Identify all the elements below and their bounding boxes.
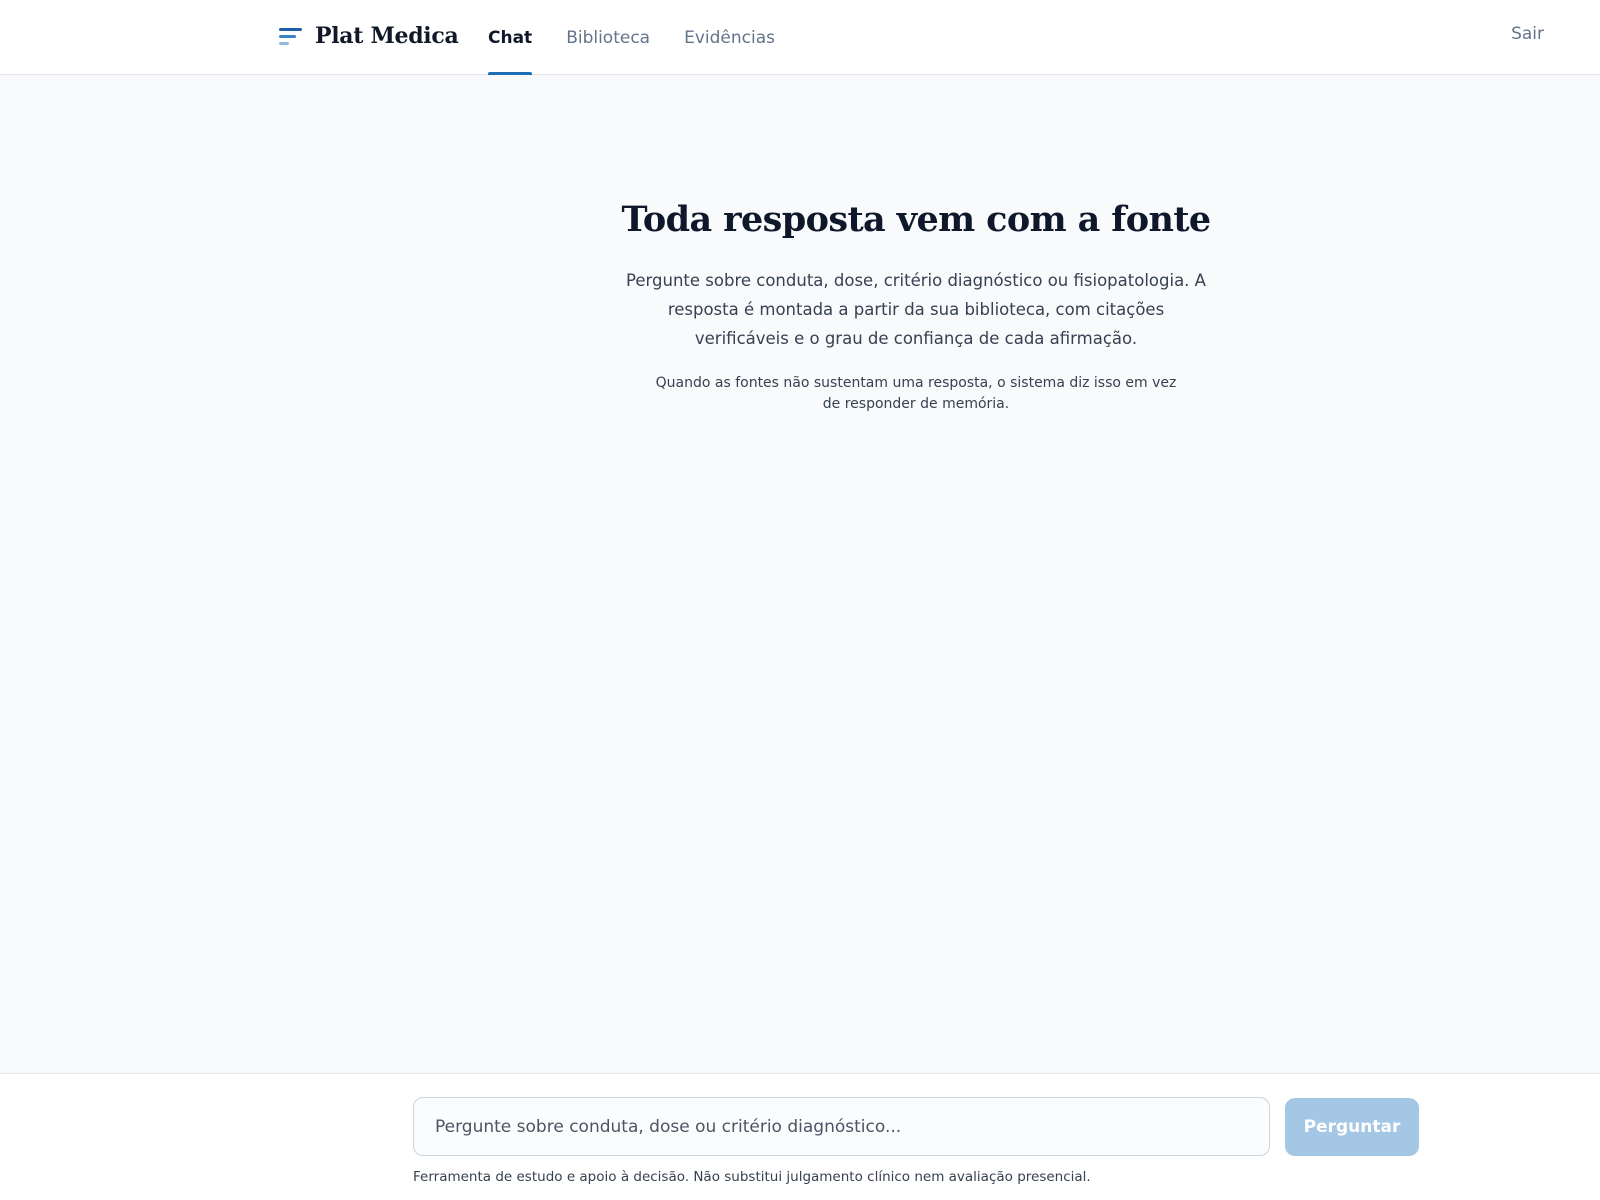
question-input-wrapper: [413, 1097, 1270, 1156]
ask-button[interactable]: Perguntar: [1285, 1098, 1419, 1156]
tab-chat[interactable]: Chat: [488, 0, 533, 75]
hero-note: Quando as fontes não sustentam uma respo…: [655, 375, 1177, 412]
brand-logo[interactable]: Plat Medica: [279, 20, 459, 52]
question-input[interactable]: [414, 1098, 1269, 1155]
tab-biblioteca[interactable]: Biblioteca: [566, 0, 650, 75]
disclaimer-text: Ferramenta de estudo e apoio à decisão. …: [413, 1169, 1091, 1185]
empty-state: Toda resposta vem com a fonte Pergunte s…: [596, 196, 1236, 415]
tab-evidencias[interactable]: Evidências: [684, 0, 775, 75]
logout-link[interactable]: Sair: [1511, 24, 1544, 44]
top-navigation-bar: Plat Medica Chat Biblioteca Evidências S…: [0, 0, 1600, 75]
brand-name: Plat Medica: [315, 23, 459, 49]
menu-lines-icon: [279, 26, 303, 46]
main-nav: Chat Biblioteca Evidências: [488, 0, 809, 75]
chat-composer: Perguntar Ferramenta de estudo e apoio à…: [0, 1073, 1600, 1200]
hero-title: Toda resposta vem com a fonte: [621, 199, 1211, 240]
hero-description: Pergunte sobre conduta, dose, critério d…: [626, 271, 1206, 348]
